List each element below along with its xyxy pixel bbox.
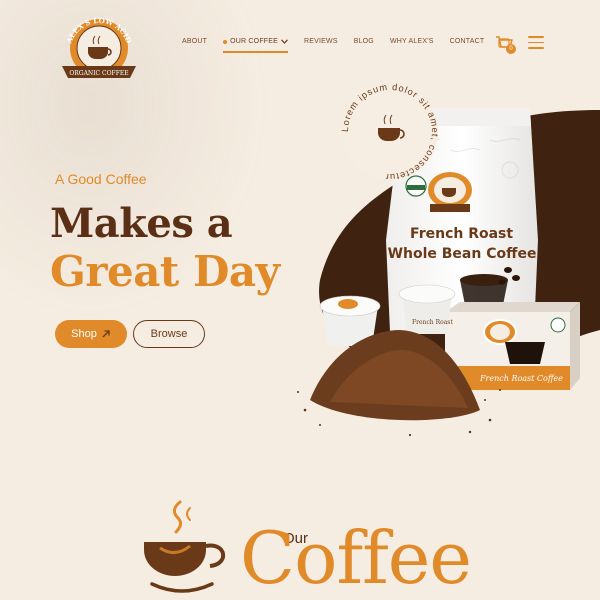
active-dot-icon [223, 39, 228, 44]
headline-line-1: Makes a [50, 200, 233, 247]
landing-page: ALEX'S LOW ACID ORGANIC COFFEE ABOUT OUR… [0, 0, 600, 600]
coffee-cup-icon [144, 500, 225, 593]
arrow-up-right-icon [102, 330, 110, 338]
main-nav: ABOUT OUR COFFEE REVIEWS BLOG WHY ALEX'S… [182, 38, 485, 53]
nav-label: BLOG [353, 38, 374, 45]
browse-button[interactable]: Browse [133, 320, 205, 348]
box-label: French Roast Coffee [479, 374, 563, 383]
hero-headline: Makes a Great Day [50, 200, 280, 296]
chevron-down-icon [281, 39, 288, 44]
active-underline [223, 51, 289, 53]
section-title-large: Coffee [240, 516, 472, 600]
nav-label: WHY ALEX'S [389, 38, 434, 45]
shop-button-label: Shop [71, 328, 97, 340]
cart-count-badge: 0 [506, 44, 516, 54]
nav-item-why-alexs[interactable]: WHY ALEX'S [390, 38, 434, 45]
nav-item-about[interactable]: ABOUT [182, 38, 207, 45]
nav-label: CONTACT [449, 38, 485, 45]
bag-title-line-2: Whole Bean Coffee [388, 246, 537, 262]
hero-tagline: A Good Coffee [55, 171, 147, 187]
nav-item-contact[interactable]: CONTACT [450, 38, 485, 45]
nav-item-reviews[interactable]: REVIEWS [304, 38, 338, 45]
shop-button[interactable]: Shop [55, 320, 127, 348]
brand-logo[interactable]: ALEX'S LOW ACID ORGANIC COFFEE [58, 14, 140, 80]
nav-item-our-coffee[interactable]: OUR COFFEE [223, 38, 289, 53]
nav-label: ABOUT [182, 38, 208, 45]
hero-product-illustration: French Roast Whole Bean Coffee Lorem ips… [297, 82, 600, 437]
bag-title-line-1: French Roast [410, 226, 513, 242]
logo-bottom-text: ORGANIC COFFEE [69, 70, 128, 77]
headline-line-2: Great Day [50, 247, 280, 296]
nav-label: OUR COFFEE [230, 38, 279, 45]
browse-button-label: Browse [150, 328, 188, 340]
hamburger-menu-icon[interactable] [528, 36, 544, 50]
pod-label: French Roast [412, 319, 453, 326]
nav-label: REVIEWS [304, 38, 338, 45]
nav-item-blog[interactable]: BLOG [354, 38, 374, 45]
